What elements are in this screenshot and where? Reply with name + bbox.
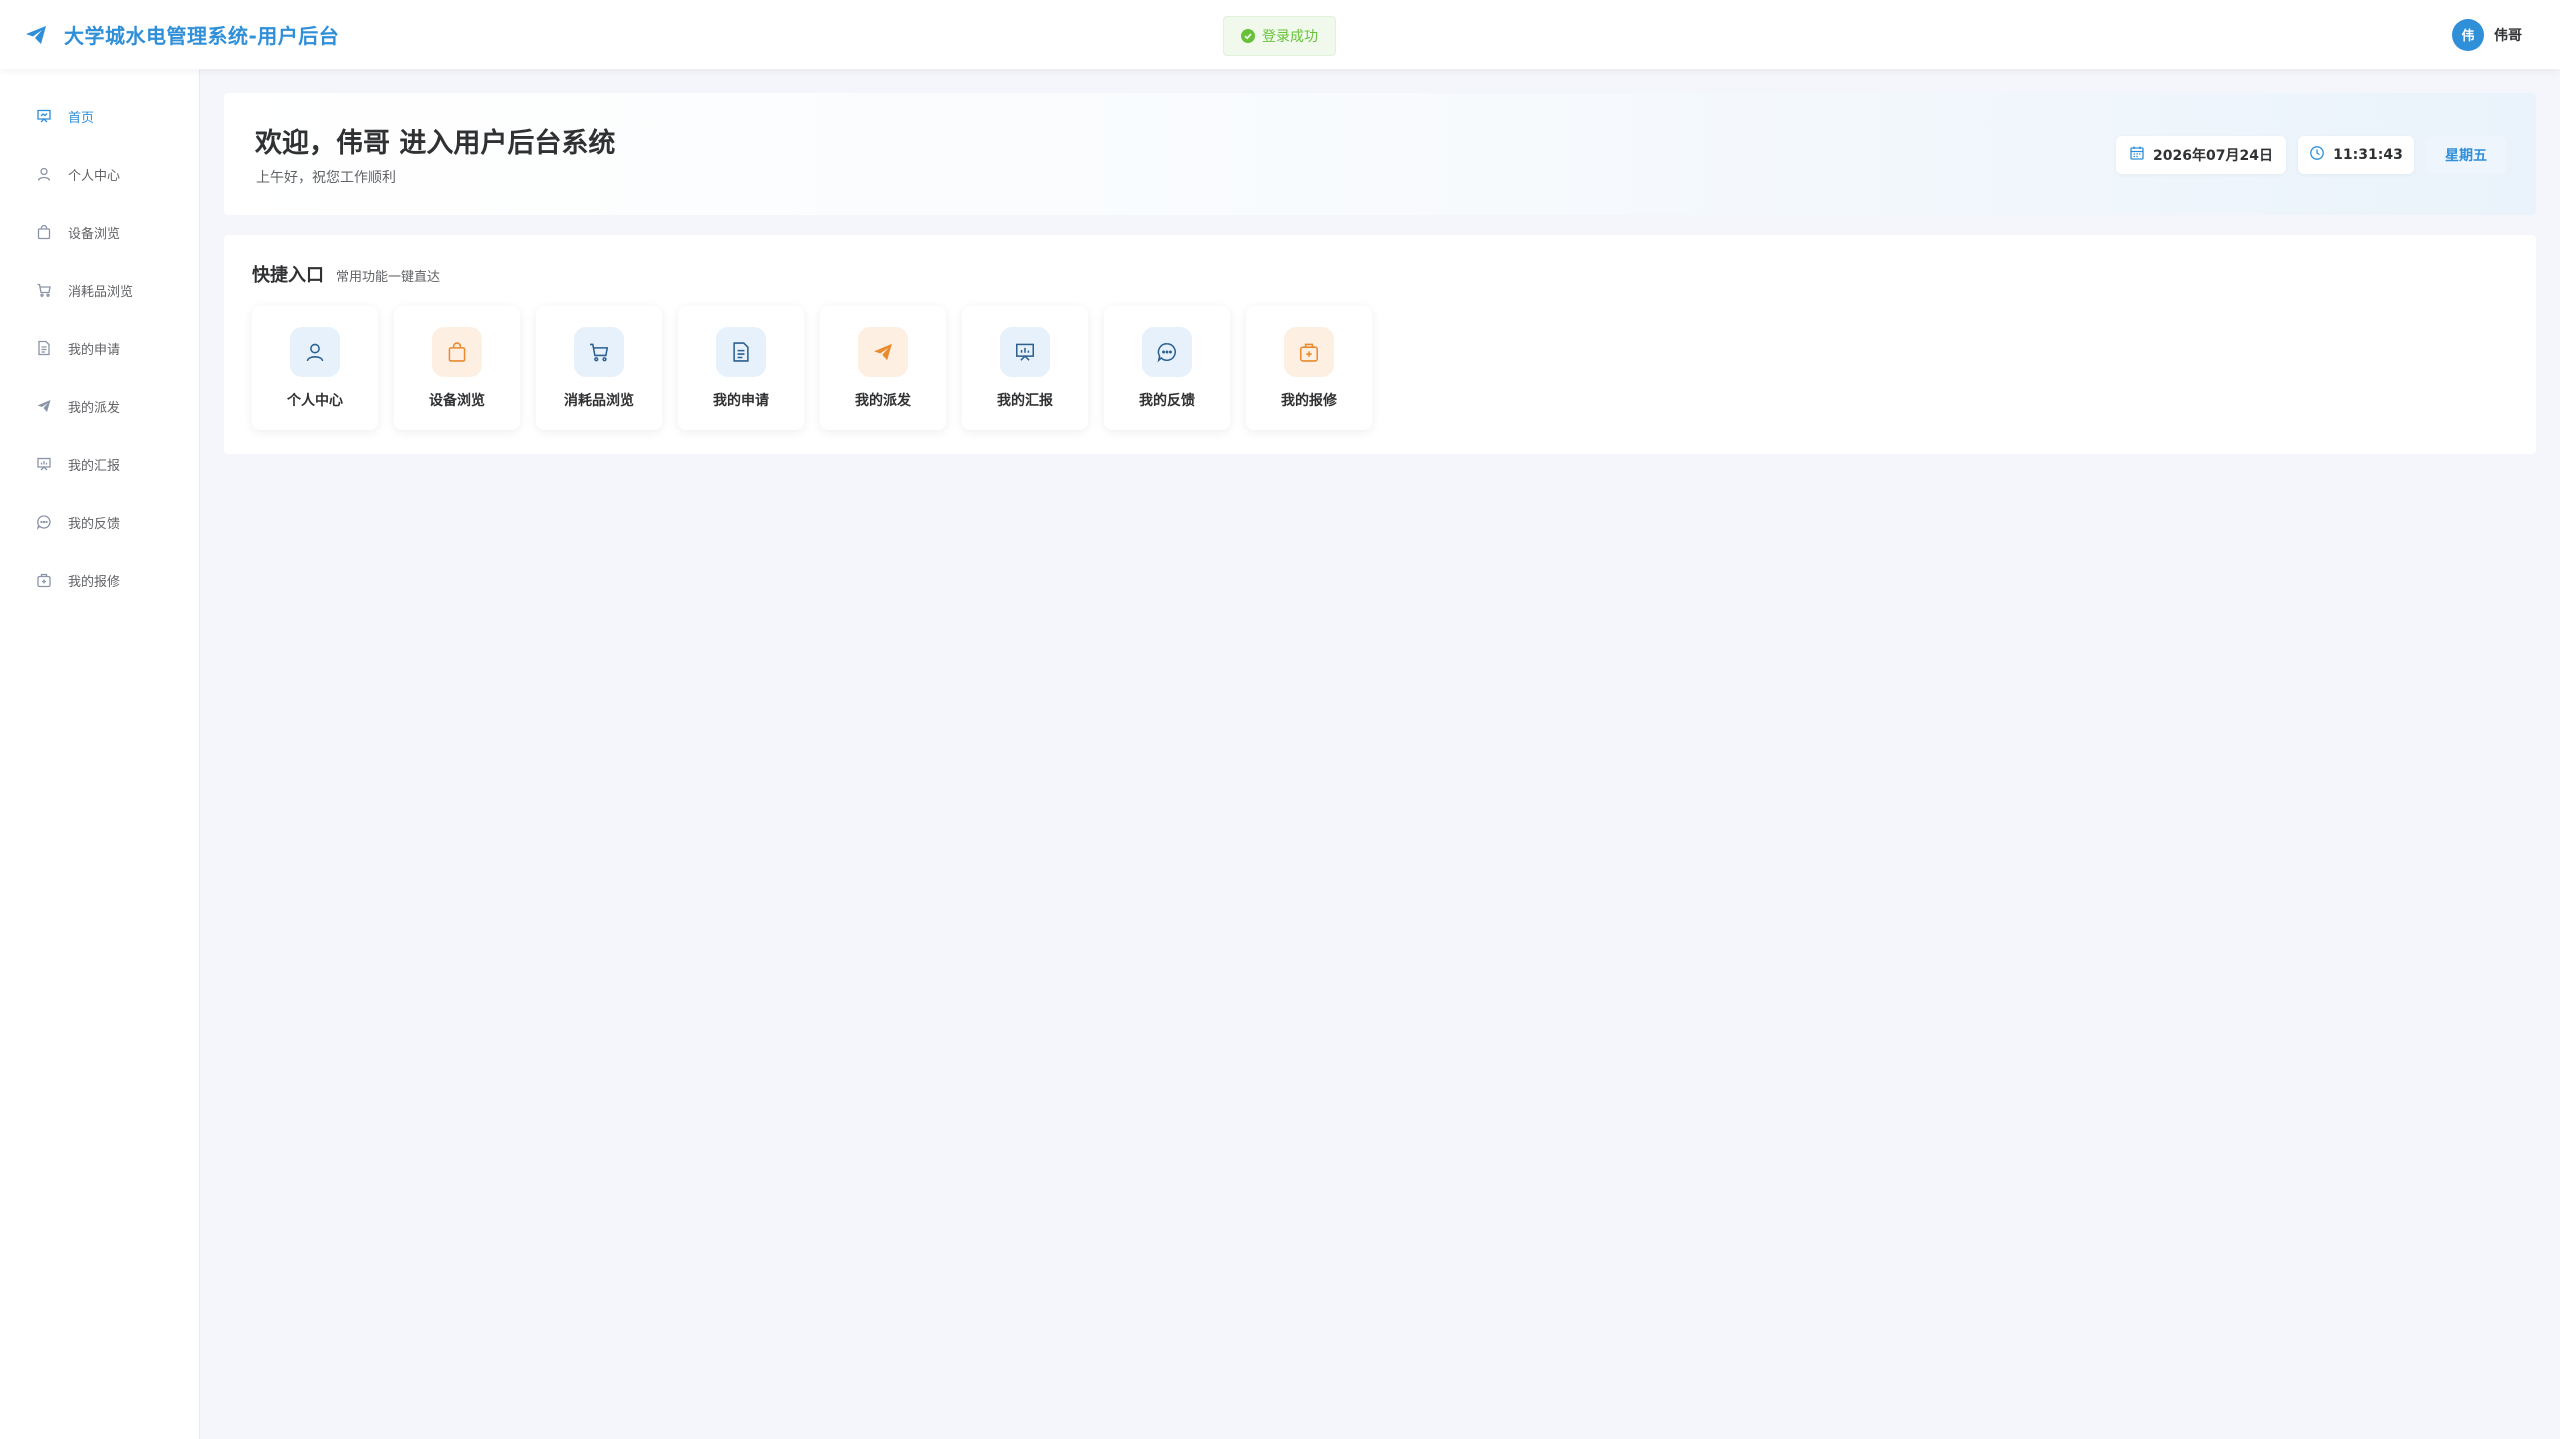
current-time: 11:31:43 — [2333, 147, 2403, 163]
sidebar-item-home[interactable]: 首页 — [0, 96, 199, 136]
quick-card-label: 设备浏览 — [429, 393, 485, 409]
app-title: 大学城水电管理系统-用户后台 — [64, 24, 340, 48]
sidebar-item-label: 我的派发 — [68, 400, 121, 416]
sidebar-item-applications[interactable]: 我的申请 — [0, 328, 199, 368]
quick-card-label: 我的反馈 — [1139, 393, 1195, 409]
medical-box-icon — [1284, 327, 1334, 377]
toast-text: 登录成功 — [1262, 29, 1318, 45]
sidebar-item-repairs[interactable]: 我的报修 — [0, 560, 199, 600]
time-chip: 11:31:43 — [2298, 136, 2414, 174]
sidebar-item-label: 个人中心 — [68, 168, 121, 184]
quick-card-profile[interactable]: 个人中心 — [252, 306, 378, 430]
calendar-icon — [2129, 145, 2145, 165]
sidebar-item-dispatch[interactable]: 我的派发 — [0, 386, 199, 426]
send-icon — [36, 398, 52, 414]
login-success-toast: 登录成功 — [1223, 16, 1336, 56]
weekday-chip: 星期五 — [2426, 136, 2506, 174]
quick-access-subtitle: 常用功能一键直达 — [336, 270, 441, 285]
quick-card-equipment[interactable]: 设备浏览 — [394, 306, 520, 430]
sidebar-item-profile[interactable]: 个人中心 — [0, 154, 199, 194]
avatar[interactable]: 伟 — [2452, 18, 2484, 51]
quick-card-repairs[interactable]: 我的报修 — [1246, 306, 1372, 430]
sidebar: 首页 个人中心 设备浏览 消耗品浏览 我的申请 我的派发 我的汇报 我的反馈 我… — [0, 69, 200, 1439]
brand[interactable]: 大学城水电管理系统-用户后台 — [24, 0, 339, 69]
cart-icon — [36, 282, 52, 298]
user-icon — [290, 327, 340, 377]
chat-icon — [1142, 327, 1192, 377]
sidebar-item-label: 消耗品浏览 — [68, 284, 134, 300]
bag-icon — [432, 327, 482, 377]
quick-card-applications[interactable]: 我的申请 — [678, 306, 804, 430]
quick-card-label: 消耗品浏览 — [564, 393, 634, 409]
user-menu[interactable]: 伟 伟哥 — [2452, 0, 2522, 69]
welcome-subtitle: 上午好，祝您工作顺利 — [256, 170, 396, 186]
welcome-title: 欢迎，伟哥 进入用户后台系统 — [255, 128, 616, 159]
sidebar-item-equipment[interactable]: 设备浏览 — [0, 212, 199, 252]
paper-plane-icon — [24, 22, 50, 48]
quick-access-title: 快捷入口 — [252, 265, 324, 286]
current-weekday: 星期五 — [2445, 148, 2487, 164]
sidebar-item-reports[interactable]: 我的汇报 — [0, 444, 199, 484]
send-icon — [858, 327, 908, 377]
sidebar-item-label: 设备浏览 — [68, 226, 121, 242]
sidebar-item-label: 我的汇报 — [68, 458, 121, 474]
welcome-banner: 欢迎，伟哥 进入用户后台系统 上午好，祝您工作顺利 2026年07月24日 11… — [224, 93, 2536, 215]
quick-card-label: 个人中心 — [287, 393, 343, 409]
cart-icon — [574, 327, 624, 377]
clock-icon — [2309, 145, 2325, 165]
sidebar-item-consumables[interactable]: 消耗品浏览 — [0, 270, 199, 310]
presentation-icon — [1000, 327, 1050, 377]
user-name[interactable]: 伟哥 — [2494, 25, 2522, 45]
quick-card-label: 我的派发 — [855, 393, 911, 409]
top-header: 大学城水电管理系统-用户后台 登录成功 伟 伟哥 — [0, 0, 2560, 69]
chat-icon — [36, 514, 52, 530]
quick-access-header: 快捷入口 常用功能一键直达 — [252, 261, 440, 287]
quick-access-panel: 快捷入口 常用功能一键直达 个人中心 设备浏览 消耗品浏览 我的申请 我的派发 — [224, 235, 2536, 454]
quick-card-label: 我的申请 — [713, 393, 769, 409]
document-icon — [36, 340, 52, 356]
presentation-icon — [36, 456, 52, 472]
quick-card-label: 我的汇报 — [997, 393, 1053, 409]
sidebar-item-label: 我的申请 — [68, 342, 121, 358]
sidebar-item-label: 我的反馈 — [68, 516, 121, 532]
bag-icon — [36, 224, 52, 240]
document-icon — [716, 327, 766, 377]
date-chip: 2026年07月24日 — [2116, 136, 2286, 174]
quick-card-reports[interactable]: 我的汇报 — [962, 306, 1088, 430]
quick-card-feedback[interactable]: 我的反馈 — [1104, 306, 1230, 430]
quick-card-consumables[interactable]: 消耗品浏览 — [536, 306, 662, 430]
sidebar-item-label: 首页 — [68, 110, 95, 126]
sidebar-item-label: 我的报修 — [68, 574, 121, 590]
quick-card-label: 我的报修 — [1281, 393, 1337, 409]
home-icon — [36, 108, 52, 124]
medical-box-icon — [36, 572, 52, 588]
current-date: 2026年07月24日 — [2153, 148, 2273, 164]
quick-card-dispatch[interactable]: 我的派发 — [820, 306, 946, 430]
user-icon — [36, 166, 52, 182]
check-circle-icon — [1241, 29, 1255, 43]
sidebar-item-feedback[interactable]: 我的反馈 — [0, 502, 199, 542]
